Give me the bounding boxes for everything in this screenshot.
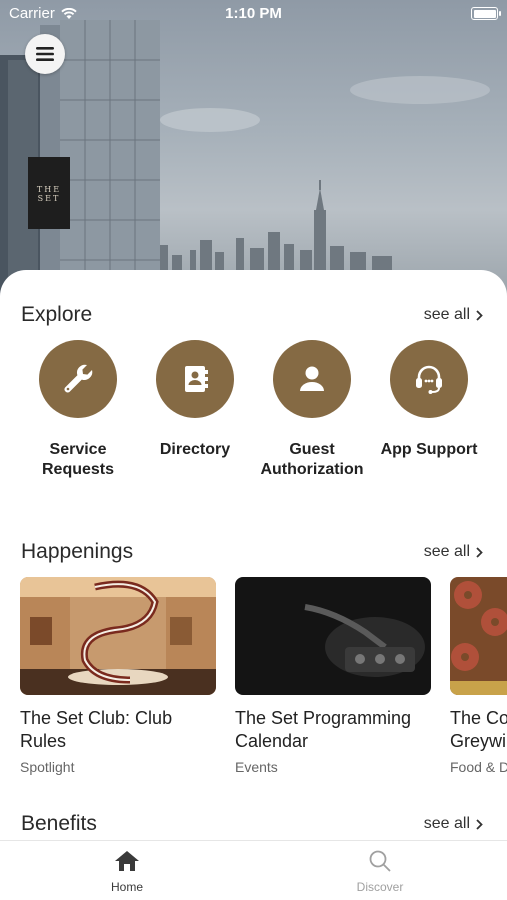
explore-title: Explore: [21, 303, 93, 326]
explore-item-service-requests[interactable]: Service Requests: [18, 340, 138, 480]
card-category: Food & D: [450, 759, 507, 775]
tab-home[interactable]: Home: [67, 849, 187, 894]
explore-item-app-support[interactable]: App Support: [369, 340, 489, 460]
headset-icon: [416, 365, 442, 394]
clock: 1:10 PM: [225, 5, 282, 22]
benefits-see-all-link[interactable]: see all: [424, 815, 483, 833]
explore-label: Guest Authorization: [260, 441, 364, 478]
building-sign: THE SET: [36, 185, 62, 203]
happening-card[interactable]: The Set Club: Club Rules Spotlight: [20, 577, 216, 775]
tab-discover[interactable]: Discover: [320, 849, 440, 894]
happenings-title: Happenings: [21, 540, 134, 563]
benefits-header: Benefits see all: [21, 812, 483, 836]
content-sheet: Explore see all Service Requests Directo…: [0, 270, 507, 900]
happenings-header: Happenings see all: [21, 540, 483, 564]
card-image: [235, 577, 431, 695]
card-category: Spotlight: [20, 759, 75, 775]
card-title: The Set Programming Calendar: [235, 708, 412, 751]
explore-header: Explore see all: [21, 303, 483, 327]
chevron-right-icon: [476, 546, 483, 558]
happening-card[interactable]: The Co Greywi Food & D: [450, 577, 507, 775]
explore-see-all-link[interactable]: see all: [424, 306, 483, 324]
tab-label: Discover: [356, 880, 404, 894]
card-title: The Co Greywi: [450, 708, 507, 751]
battery-icon: [471, 7, 501, 20]
menu-button[interactable]: [25, 34, 65, 74]
hamburger-icon: [36, 47, 54, 61]
status-bar: Carrier 1:10 PM: [0, 0, 507, 28]
happenings-see-all-link[interactable]: see all: [424, 543, 483, 561]
hero-image: THE SET: [0, 0, 507, 300]
address-book-icon: [185, 366, 208, 392]
card-image: [450, 577, 507, 695]
wrench-icon: [64, 364, 93, 393]
card-category: Events: [235, 759, 278, 775]
benefits-title: Benefits: [21, 812, 97, 835]
explore-row: Service Requests Directory Guest Authori…: [0, 340, 507, 490]
tab-bar: Home Discover: [0, 840, 507, 900]
tab-label: Home: [110, 880, 143, 894]
explore-label: Directory: [159, 441, 231, 458]
explore-item-directory[interactable]: Directory: [135, 340, 255, 460]
explore-label: App Support: [380, 441, 478, 458]
explore-item-guest-authorization[interactable]: Guest Authorization: [252, 340, 372, 480]
chevron-right-icon: [476, 818, 483, 830]
happenings-carousel[interactable]: The Set Club: Club Rules Spotlight The S…: [0, 577, 507, 787]
person-icon: [300, 366, 324, 391]
home-icon: [115, 851, 139, 871]
chevron-right-icon: [476, 309, 483, 321]
explore-label: Service Requests: [41, 441, 115, 478]
search-icon: [369, 850, 391, 872]
card-title: The Set Club: Club Rules: [20, 708, 173, 751]
happening-card[interactable]: The Set Programming Calendar Events: [235, 577, 431, 775]
card-image: [20, 577, 216, 695]
